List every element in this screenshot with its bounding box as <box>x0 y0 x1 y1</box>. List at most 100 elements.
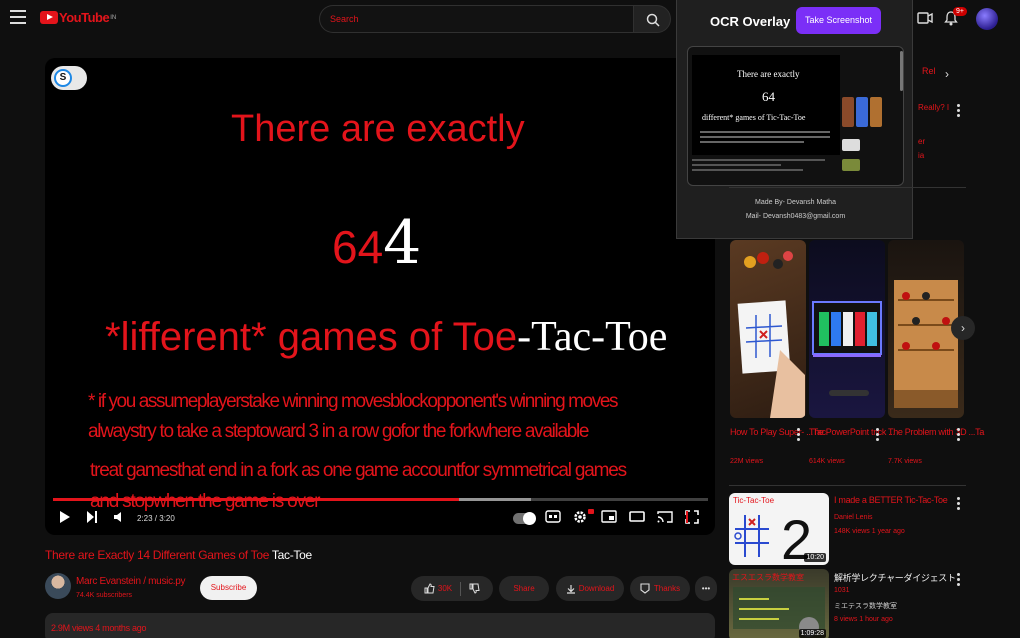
related-video-thumbnail[interactable]: Tic-Tac-Toe 2 10:20 <box>729 493 829 565</box>
take-screenshot-button[interactable]: Take Screenshot <box>796 7 881 34</box>
short-views: 614K views <box>809 458 845 465</box>
preview-thumb <box>842 97 854 127</box>
related-video-thumbnail[interactable]: エスエスラ数学教室 1:09:28 <box>729 569 829 638</box>
theater-mode-icon[interactable] <box>629 510 645 523</box>
short-views: 22M views <box>730 458 764 465</box>
preview-metadata <box>692 159 840 183</box>
subscriber-count: 74.4K subscribers <box>76 592 133 599</box>
share-button[interactable]: Share <box>499 576 549 601</box>
thumb-text: エスエスラ数学教室 <box>732 573 804 582</box>
cast-icon[interactable] <box>657 510 673 523</box>
short-title[interactable]: The Problem with 3D ...Ta <box>888 427 984 437</box>
more-vertical-icon[interactable] <box>797 428 800 443</box>
fullscreen-icon[interactable] <box>685 510 699 524</box>
sidebar-divider <box>729 187 966 188</box>
channel-name[interactable]: Marc Evanstein / music.py <box>76 576 186 587</box>
dislike-icon[interactable] <box>469 583 480 594</box>
video-text-line3-red: *lifferent* games of Toe <box>105 315 518 359</box>
menu-icon[interactable] <box>10 10 26 24</box>
download-icon <box>566 584 575 594</box>
short-thumbnail[interactable] <box>730 240 806 418</box>
extension-toggle[interactable]: S <box>51 66 87 90</box>
sidebar-divider <box>729 485 966 486</box>
preview-text-lines <box>700 131 830 146</box>
youtube-play-icon <box>40 11 58 24</box>
thumb-text: Tic-Tac-Toe <box>733 496 775 505</box>
preview-thumb <box>856 97 868 127</box>
subscribe-button[interactable]: Subscribe <box>200 576 257 600</box>
related-video-title[interactable]: 解析学レクチャーダイジェスト <box>834 571 956 584</box>
thanks-label: Thanks <box>653 584 681 593</box>
subscribe-label: Subscribe <box>210 583 247 592</box>
preview-text-line1: There are exactly <box>737 69 800 79</box>
screenshot-preview: There are exactly 64 different* games of… <box>687 46 904 186</box>
sidebar-fragment: Really? I <box>918 103 950 112</box>
volume-icon[interactable] <box>113 510 125 524</box>
video-text-line3-white: -Tac-Toe <box>517 314 668 360</box>
settings-icon[interactable] <box>573 510 587 524</box>
youtube-logo[interactable]: YouTube IN <box>40 10 116 25</box>
logo-country: IN <box>110 14 117 21</box>
chevron-right-icon[interactable]: › <box>945 67 949 81</box>
preview-scrollbar <box>900 51 903 91</box>
channel-avatar[interactable] <box>45 573 71 599</box>
preview-player: There are exactly 64 different* games of… <box>692 55 840 155</box>
preview-text-line2: 64 <box>762 89 775 104</box>
filter-chip[interactable]: Rel <box>922 66 936 76</box>
ocr-credit-author: Made By- Devansh Matha <box>755 199 836 206</box>
time-display: 2:23 / 3:20 <box>137 514 175 523</box>
thanks-button[interactable]: Thanks <box>630 576 690 601</box>
subtitles-icon[interactable] <box>545 510 561 523</box>
video-title-white: Tac-Toe <box>269 548 312 562</box>
related-video-channel[interactable]: 1031 <box>834 587 850 594</box>
play-icon[interactable] <box>59 510 71 524</box>
share-label: Share <box>513 584 535 593</box>
progress-played <box>53 498 460 501</box>
search-placeholder: Search <box>330 14 359 24</box>
search-input[interactable]: Search <box>319 5 633 33</box>
miniplayer-icon[interactable] <box>601 510 617 523</box>
video-text-line2-red: 64 <box>332 221 384 273</box>
more-vertical-icon[interactable] <box>957 428 960 443</box>
more-actions-button[interactable]: ••• <box>695 576 717 601</box>
short-title[interactable]: The PowerPoint trick ... <box>809 427 895 437</box>
like-count[interactable]: 30K <box>438 584 452 593</box>
preview-thumb <box>870 97 882 127</box>
autoplay-toggle[interactable] <box>513 512 536 525</box>
preview-thumb <box>842 139 860 151</box>
more-vertical-icon[interactable] <box>957 497 960 512</box>
related-video-channel-name[interactable]: ミエテスラ数学教室 <box>834 601 897 611</box>
video-text-line4: * if you assumeplayerstake winning moves… <box>88 391 618 412</box>
account-avatar[interactable] <box>976 8 998 30</box>
more-vertical-icon[interactable] <box>957 104 960 119</box>
progress-bar[interactable] <box>53 498 708 501</box>
more-vertical-icon[interactable] <box>957 573 960 588</box>
like-icon[interactable] <box>424 583 435 594</box>
video-title-red: There are Exactly 14 Different Games of … <box>45 548 270 562</box>
video-text-line1: There are exactly <box>231 108 525 150</box>
like-dislike-group: 30K <box>411 576 493 601</box>
short-thumbnail[interactable] <box>809 240 885 418</box>
tic-tac-toe-paper-image <box>737 251 805 418</box>
video-title: There are Exactly 14 Different Games of … <box>45 548 312 562</box>
download-button[interactable]: Download <box>556 576 624 601</box>
notification-badge: 9+ <box>953 7 967 16</box>
shorts-next-button[interactable]: › <box>951 316 975 340</box>
rgb-monitor-image <box>812 301 882 396</box>
video-player[interactable]: S There are exactly 644 *lifferent* game… <box>45 58 715 535</box>
video-text-line6: treat gamesthat end in a fork as one gam… <box>90 460 627 481</box>
more-vertical-icon[interactable] <box>876 428 879 443</box>
download-label: Download <box>578 584 615 593</box>
video-duration: 1:09:28 <box>798 629 826 638</box>
video-text-line5: alwaystry to take a steptoward 3 in a ro… <box>88 421 589 442</box>
progress-buffered <box>459 498 532 501</box>
next-icon[interactable] <box>86 510 98 524</box>
s-icon: S <box>54 69 72 87</box>
create-icon[interactable] <box>917 11 933 25</box>
short-views: 7.7K views <box>888 458 922 465</box>
related-video-title[interactable]: I made a BETTER Tic-Tac-Toe <box>834 495 948 505</box>
search-button[interactable] <box>633 5 671 33</box>
related-video-channel[interactable]: Daniel Lenis <box>834 514 873 521</box>
video-text-line2-white: 4 <box>383 208 422 278</box>
description-box[interactable]: 2.9M views 4 months ago <box>45 613 715 638</box>
